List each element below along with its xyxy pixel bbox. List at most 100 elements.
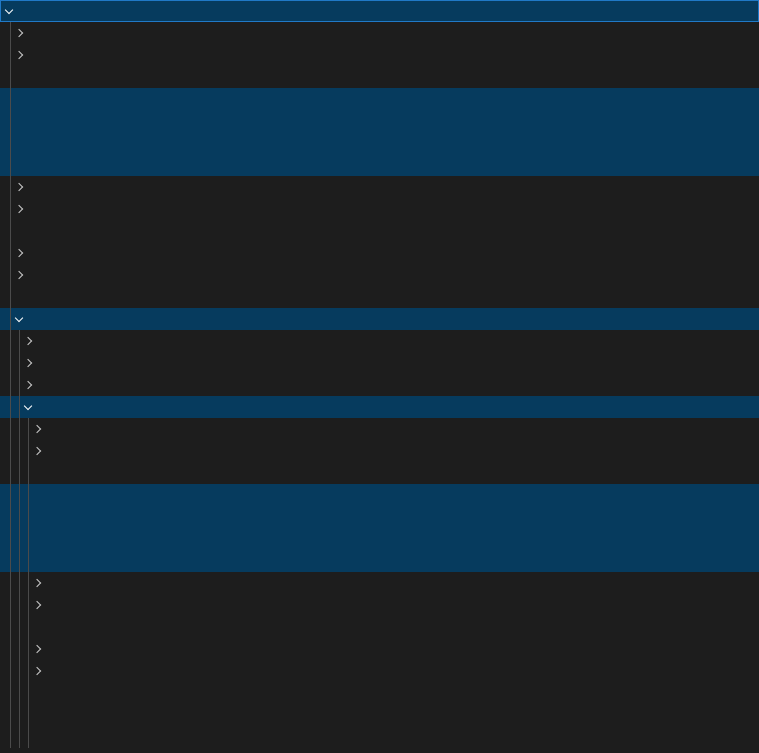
variable-row[interactable]: low_grade = <QualityGrade.EXCELLENT: 'ex…: [0, 484, 759, 506]
variable-row[interactable]: model_fields_set = {'parse_score', 'ocr_…: [0, 660, 759, 682]
variable-row[interactable]: mean_grade = <QualityGrade.EXCELLENT: 'e…: [0, 528, 759, 550]
variable-row[interactable]: class variables: [0, 374, 759, 396]
indent-guide: [19, 418, 20, 440]
variable-row[interactable]: parse_score = 1.0: [0, 704, 759, 726]
indent-guide: [10, 330, 11, 352]
indent-guide: [19, 396, 20, 418]
chevron-right-icon[interactable]: [30, 660, 44, 682]
indent-guide: [28, 594, 29, 616]
indent-guide: [19, 330, 20, 352]
indent-guide: [10, 726, 11, 748]
indent-guide: [10, 550, 11, 572]
chevron-right-icon[interactable]: [30, 440, 44, 462]
variable-row[interactable]: mean_grade = <QualityGrade.EXCELLENT: 'e…: [0, 132, 759, 154]
chevron-right-icon[interactable]: [21, 374, 35, 396]
indent-guide: [28, 704, 29, 726]
indent-guide: [10, 440, 11, 462]
chevron-right-icon[interactable]: [30, 638, 44, 660]
variable-row[interactable]: pages = defaultdict(<class 'docling.data…: [0, 308, 759, 330]
chevron-right-icon[interactable]: [21, 352, 35, 374]
indent-guide: [10, 418, 11, 440]
indent-guide: [10, 506, 11, 528]
indent-guide: [19, 594, 20, 616]
indent-guide: [28, 572, 29, 594]
variable-row[interactable]: layout_score = 0.9149984121322632: [0, 66, 759, 88]
variable-row[interactable]: model_fields = {'parse_score': FieldInfo…: [0, 242, 759, 264]
chevron-right-icon[interactable]: [12, 242, 26, 264]
indent-guide: [19, 616, 20, 638]
variable-row[interactable]: model_computed_fields = {'mean_grade': C…: [0, 176, 759, 198]
variable-row[interactable]: model_computed_fields = {'mean_grade': C…: [0, 572, 759, 594]
variable-row[interactable]: model_fields_set = {'ocr_score', 'layout…: [0, 264, 759, 286]
indent-guide: [28, 506, 29, 528]
indent-guide: [10, 352, 11, 374]
indent-guide: [10, 682, 11, 704]
variable-row[interactable]: function variables: [0, 44, 759, 66]
indent-guide: [28, 660, 29, 682]
variable-row[interactable]: low_score = 0.91924849152565: [0, 110, 759, 132]
indent-guide: [10, 176, 11, 198]
variable-row[interactable]: 0 = PageConfidenceScores(parse_score=1.0…: [0, 396, 759, 418]
chevron-right-icon[interactable]: [12, 22, 26, 44]
chevron-right-icon[interactable]: [30, 418, 44, 440]
indent-guide: [10, 88, 11, 110]
chevron-right-icon[interactable]: [30, 572, 44, 594]
indent-guide: [28, 484, 29, 506]
indent-guide: [10, 110, 11, 132]
variable-row[interactable]: model_extra = None: [0, 220, 759, 242]
chevron-down-icon[interactable]: [21, 396, 35, 418]
indent-guide: [10, 44, 11, 66]
variable-row[interactable]: function variables: [0, 352, 759, 374]
variable-row[interactable]: mean_score = 0.9574992060661316: [0, 550, 759, 572]
indent-guide: [19, 682, 20, 704]
indent-guide: [10, 220, 11, 242]
indent-guide: [28, 682, 29, 704]
variable-row[interactable]: special variables: [0, 418, 759, 440]
variable-row[interactable]: model_config = {}: [0, 594, 759, 616]
indent-guide: [10, 484, 11, 506]
indent-guide: [10, 66, 11, 88]
indent-guide: [10, 594, 11, 616]
indent-guide: [28, 638, 29, 660]
chevron-right-icon[interactable]: [30, 594, 44, 616]
indent-guide: [19, 462, 20, 484]
variable-row[interactable]: special variables: [0, 22, 759, 44]
chevron-right-icon[interactable]: [12, 44, 26, 66]
indent-guide: [19, 704, 20, 726]
indent-guide: [28, 528, 29, 550]
indent-guide: [10, 704, 11, 726]
indent-guide: [19, 374, 20, 396]
variable-row[interactable]: mean_score = 0.9574992060661316: [0, 154, 759, 176]
indent-guide: [19, 484, 20, 506]
indent-guide: [19, 506, 20, 528]
variable-row[interactable]: special variables: [0, 330, 759, 352]
variable-row[interactable]: model_extra = None: [0, 616, 759, 638]
indent-guide: [10, 572, 11, 594]
chevron-right-icon[interactable]: [12, 198, 26, 220]
indent-guide: [28, 616, 29, 638]
variable-row[interactable]: ocr_score = nan: [0, 286, 759, 308]
variable-row[interactable]: low_score = 0.91924849152565: [0, 506, 759, 528]
variable-row[interactable]: model_fields = {'parse_score': FieldInfo…: [0, 638, 759, 660]
variable-row[interactable]: table_score = nan: [0, 726, 759, 748]
variable-row[interactable]: layout_score = 0.9149984121322632: [0, 462, 759, 484]
indent-guide: [10, 308, 11, 330]
variable-row[interactable]: model_config = {}: [0, 198, 759, 220]
chevron-right-icon[interactable]: [12, 176, 26, 198]
indent-guide: [19, 726, 20, 748]
chevron-down-icon[interactable]: [2, 0, 16, 22]
indent-guide: [10, 616, 11, 638]
chevron-right-icon[interactable]: [21, 330, 35, 352]
variable-row[interactable]: low_grade = <QualityGrade.EXCELLENT: 'ex…: [0, 88, 759, 110]
variable-row[interactable]: confidence = ConfidenceReport(parse_scor…: [0, 0, 759, 22]
indent-guide: [28, 418, 29, 440]
variable-row[interactable]: ocr_score = nan: [0, 682, 759, 704]
indent-guide: [10, 462, 11, 484]
chevron-down-icon[interactable]: [12, 308, 26, 330]
variable-row[interactable]: function variables: [0, 440, 759, 462]
chevron-right-icon[interactable]: [12, 264, 26, 286]
indent-guide: [10, 242, 11, 264]
indent-guide: [10, 198, 11, 220]
indent-guide: [19, 638, 20, 660]
indent-guide: [28, 726, 29, 748]
